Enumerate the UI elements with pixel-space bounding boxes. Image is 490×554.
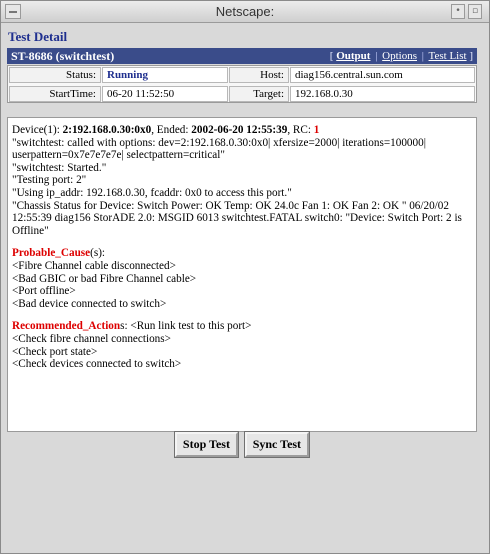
title-bar: Netscape: • ▫: [1, 1, 489, 23]
recommended-action-heading: Recommended_Actions: <Run link test to t…: [12, 320, 472, 333]
maximize-icon: ▫: [471, 6, 479, 16]
probable-cause-item: <Port offline>: [12, 285, 76, 298]
probable-cause-item: <Bad device connected to switch>: [12, 297, 167, 310]
recommended-action-item: <Check fibre channel connections>: [12, 332, 171, 345]
probable-cause-label: Probable_Cause: [12, 247, 91, 260]
log-line: "Testing port: 2": [12, 174, 87, 187]
info-row: StartTime: 06-20 11:52:50 Target: 192.16…: [8, 85, 476, 103]
host-label: Host:: [229, 67, 289, 83]
links-open-bracket: [: [329, 50, 334, 62]
target-value: 192.168.0.30: [290, 86, 475, 102]
links-close-bracket: ]: [469, 50, 473, 62]
view-links: [ Output | Options | Test List ]: [330, 50, 473, 62]
minimize-icon: •: [455, 6, 461, 16]
info-row: Status: Running Host: diag156.central.su…: [8, 66, 476, 84]
recommended-action-item: <Check port state>: [12, 345, 98, 358]
options-link[interactable]: Options: [382, 50, 417, 62]
log-line: "switchtest: Started.": [12, 161, 107, 174]
start-time-label: StartTime:: [9, 86, 101, 102]
recommended-action-suffix: s: <Run link test to this port>: [120, 320, 252, 333]
status-label: Status:: [9, 67, 101, 83]
start-time-value: 06-20 11:52:50: [102, 86, 228, 102]
links-separator: |: [375, 50, 378, 62]
device-prefix: Device(1):: [12, 124, 63, 136]
probable-cause-heading: Probable_Cause(s):: [12, 247, 472, 260]
test-output-log: Device(1): 2:192.168.0.30:0x0, Ended: 20…: [7, 117, 477, 432]
test-header-bar: ST-8686 (switchtest) [ Output | Options …: [7, 48, 477, 64]
device-summary-line: Device(1): 2:192.168.0.30:0x0, Ended: 20…: [12, 124, 472, 137]
window-title: Netscape:: [215, 4, 275, 19]
ended-label: , Ended:: [151, 124, 192, 136]
device-id: 2:192.168.0.30:0x0: [62, 124, 152, 136]
probable-cause-suffix: (s):: [90, 247, 106, 260]
test-info-table: Status: Running Host: diag156.central.su…: [7, 65, 477, 103]
output-link[interactable]: Output: [336, 50, 370, 62]
probable-cause-item: <Fibre Channel cable disconnected>: [12, 259, 176, 272]
log-line: "switchtest: called with options: dev=2:…: [12, 136, 426, 162]
stop-test-button[interactable]: Stop Test: [174, 432, 238, 457]
test-id: ST-8686 (switchtest): [11, 49, 115, 63]
page-content: Test Detail ST-8686 (switchtest) [ Outpu…: [7, 29, 477, 549]
host-value: diag156.central.sun.com: [290, 67, 475, 83]
sync-test-button[interactable]: Sync Test: [244, 432, 310, 457]
minimize-button[interactable]: •: [451, 4, 465, 19]
ended-value: 2002-06-20 12:55:39: [191, 124, 288, 136]
action-buttons: Stop Test Sync Test: [7, 432, 477, 457]
rc-label: , RC:: [287, 124, 314, 136]
status-value: Running: [102, 67, 228, 83]
recommended-action-item: <Check devices connected to switch>: [12, 358, 182, 371]
log-line: "Chassis Status for Device: Switch Power…: [12, 199, 462, 237]
recommended-action-label: Recommended_Action: [12, 320, 121, 333]
probable-cause-item: <Bad GBIC or bad Fibre Channel cable>: [12, 272, 197, 285]
maximize-button[interactable]: ▫: [468, 4, 482, 19]
page-title: Test Detail: [8, 29, 68, 44]
browser-window: Netscape: • ▫ Test Detail ST-8686 (switc…: [0, 0, 490, 554]
rc-value: 1: [313, 124, 320, 136]
log-line: "Using ip_addr: 192.168.0.30, fcaddr: 0x…: [12, 186, 292, 199]
links-separator: |: [421, 50, 424, 62]
test-list-link[interactable]: Test List: [429, 50, 467, 62]
target-label: Target:: [229, 86, 289, 102]
